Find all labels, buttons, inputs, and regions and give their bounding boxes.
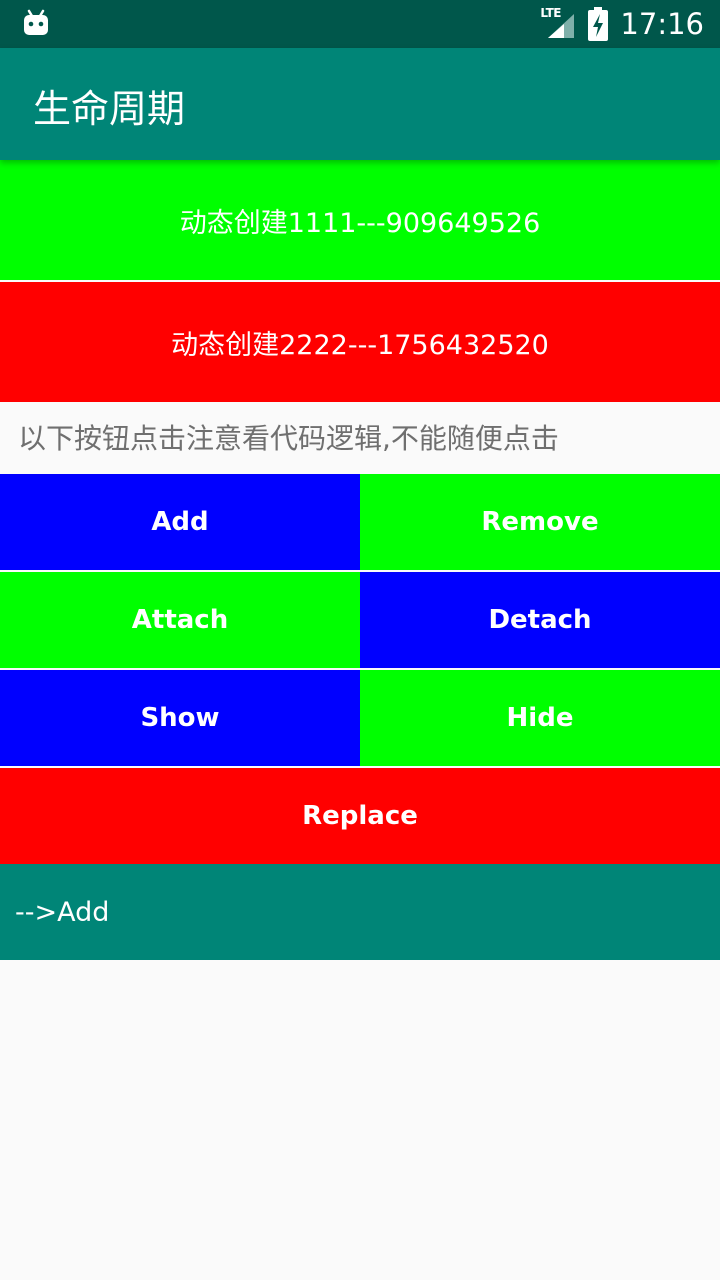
remove-button[interactable]: Remove (360, 474, 720, 570)
attach-button[interactable]: Attach (0, 572, 360, 668)
replace-button[interactable]: Replace (0, 768, 720, 864)
hide-button[interactable]: Hide (360, 670, 720, 766)
fragment-two-label: 动态创建2222---1756432520 (171, 329, 549, 361)
fragment-two: 动态创建2222---1756432520 (0, 282, 720, 402)
lte-signal-icon: LTE (540, 6, 576, 40)
fragment-one: 动态创建1111---909649526 (0, 160, 720, 280)
notice-text: 以下按钮点击注意看代码逻辑,不能随便点击 (0, 402, 720, 472)
detach-button[interactable]: Detach (360, 572, 720, 668)
add-button[interactable]: Add (0, 474, 360, 570)
status-time: 17:16 (620, 7, 704, 41)
status-bar: LTE 17:16 (0, 0, 720, 48)
fragment-one-label: 动态创建1111---909649526 (179, 207, 541, 239)
log-output: -->Add (0, 864, 720, 960)
app-bar: 生命周期 (0, 48, 720, 160)
show-button[interactable]: Show (0, 670, 360, 766)
log-text: -->Add (15, 896, 110, 928)
battery-charging-icon (588, 7, 609, 41)
notice-label: 以下按钮点击注意看代码逻辑,不能随便点击 (18, 422, 559, 455)
android-notification-icon (22, 8, 50, 36)
page-title: 生命周期 (33, 87, 186, 131)
